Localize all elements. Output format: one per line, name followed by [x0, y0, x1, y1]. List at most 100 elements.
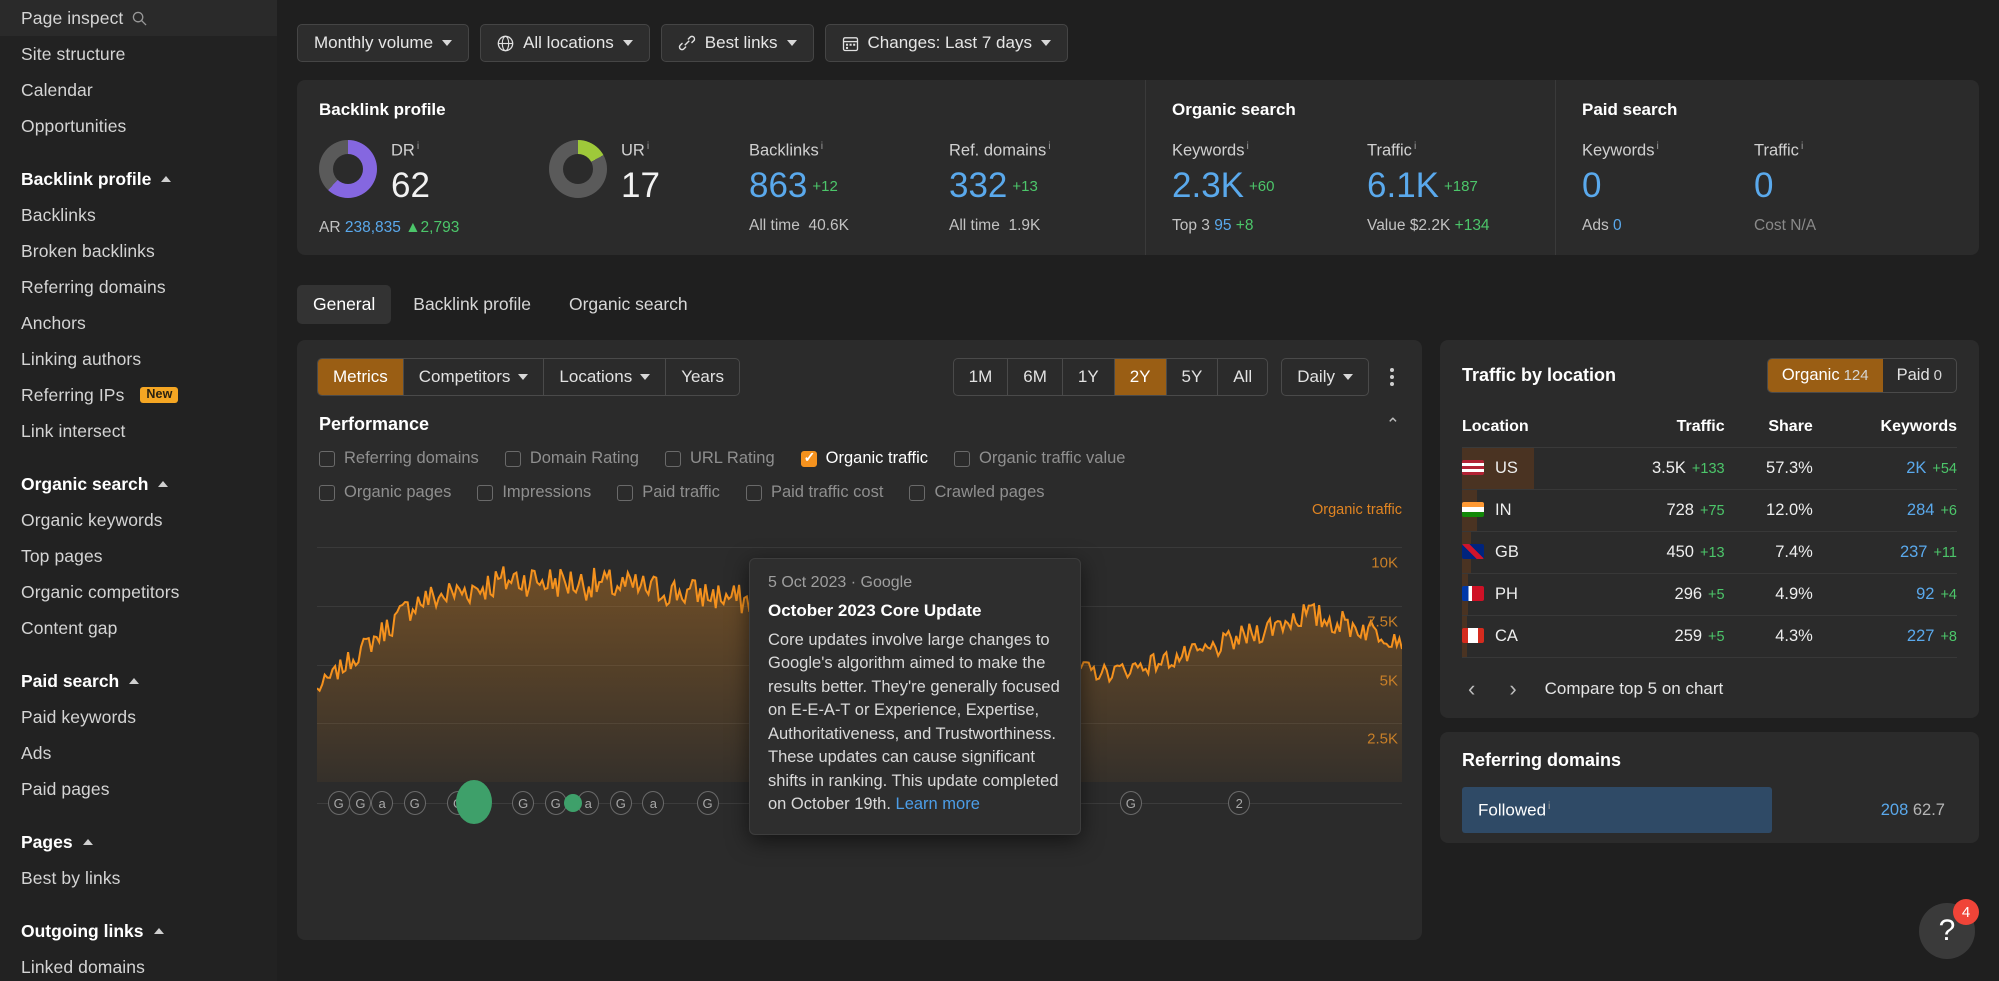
info-icon[interactable]: i — [1548, 800, 1550, 812]
sidebar-item-broken-backlinks[interactable]: Broken backlinks — [0, 233, 277, 269]
tab-organic-search[interactable]: Organic search — [553, 285, 704, 324]
column-share[interactable]: Share — [1725, 409, 1813, 448]
table-row[interactable]: US3.5K+13357.3%2K+54 — [1462, 448, 1957, 490]
checkbox-domain-rating[interactable]: Domain Rating — [505, 449, 639, 468]
ar-value[interactable]: 238,835 — [345, 219, 401, 236]
event-marker-small[interactable] — [564, 794, 582, 812]
sidebar-item-content-gap[interactable]: Content gap — [0, 610, 277, 646]
segment-locations[interactable]: Locations — [544, 359, 666, 395]
kpi-value[interactable]: 0 — [1754, 167, 1816, 206]
column-location[interactable]: Location — [1462, 409, 1588, 448]
event-marker[interactable]: a — [371, 791, 393, 815]
table-row[interactable]: CA259+54.3%227+8 — [1462, 616, 1957, 658]
compare-top5-link[interactable]: Compare top 5 on chart — [1545, 679, 1724, 699]
sidebar-group-outgoing-links[interactable]: Outgoing links — [0, 913, 277, 949]
kpi-value[interactable]: 2.3K+60 — [1172, 167, 1367, 206]
event-marker[interactable]: G — [610, 791, 632, 815]
sidebar-item-best-by-links[interactable]: Best by links — [0, 860, 277, 896]
checkbox-organic-pages[interactable]: Organic pages — [319, 483, 451, 502]
event-marker[interactable]: G — [1120, 791, 1142, 815]
segment-competitors[interactable]: Competitors — [404, 359, 545, 395]
sidebar-item-linked-domains[interactable]: Linked domains — [0, 949, 277, 981]
sidebar-item-opportunities[interactable]: Opportunities — [0, 108, 277, 144]
range-5y[interactable]: 5Y — [1167, 359, 1219, 395]
toggle-organic[interactable]: Organic124 — [1768, 359, 1883, 392]
sidebar-item-top-pages[interactable]: Top pages — [0, 538, 277, 574]
sidebar-item-paid-pages[interactable]: Paid pages — [0, 771, 277, 807]
sidebar-group-backlink-profile[interactable]: Backlink profile — [0, 161, 277, 197]
filter-best-links[interactable]: Best links — [661, 24, 814, 62]
table-row[interactable]: PH296+54.9%92+4 — [1462, 574, 1957, 616]
checkbox-organic-traffic-value[interactable]: Organic traffic value — [954, 449, 1125, 468]
range-6m[interactable]: 6M — [1008, 359, 1063, 395]
info-icon[interactable]: i — [1656, 140, 1658, 152]
sidebar-item-organic-keywords[interactable]: Organic keywords — [0, 502, 277, 538]
event-marker[interactable]: G — [512, 791, 534, 815]
kpi-value[interactable]: 332+13 — [949, 167, 1051, 206]
sidebar-item-referring-domains[interactable]: Referring domains — [0, 269, 277, 305]
range-1y[interactable]: 1Y — [1063, 359, 1115, 395]
info-icon[interactable]: i — [1801, 140, 1803, 152]
segment-metrics[interactable]: Metrics — [318, 359, 404, 395]
sidebar-group-paid-search[interactable]: Paid search — [0, 663, 277, 699]
event-marker[interactable]: G — [404, 791, 426, 815]
event-marker[interactable]: a — [642, 791, 664, 815]
referring-domains-bar-row[interactable]: Followedi 208 62.7 — [1462, 787, 1957, 833]
checkbox-paid-traffic-cost[interactable]: Paid traffic cost — [746, 483, 884, 502]
help-button[interactable]: ? 4 — [1919, 903, 1975, 959]
sidebar-group-pages[interactable]: Pages — [0, 824, 277, 860]
info-icon[interactable]: i — [1414, 140, 1416, 152]
event-marker[interactable]: G — [697, 791, 719, 815]
checkbox-referring-domains[interactable]: Referring domains — [319, 449, 479, 468]
checkbox-url-rating[interactable]: URL Rating — [665, 449, 775, 468]
sidebar-item-referring-ips[interactable]: Referring IPs New — [0, 377, 277, 413]
sidebar-item-calendar[interactable]: Calendar — [0, 72, 277, 108]
info-icon[interactable]: i — [647, 140, 649, 152]
filter-monthly-volume[interactable]: Monthly volume — [297, 24, 469, 62]
tab-backlink-profile[interactable]: Backlink profile — [397, 285, 547, 324]
filter-changes-date-range[interactable]: Changes: Last 7 days — [825, 24, 1068, 62]
range-1m[interactable]: 1M — [954, 359, 1009, 395]
segment-years[interactable]: Years — [666, 359, 739, 395]
checkbox-paid-traffic[interactable]: Paid traffic — [617, 483, 720, 502]
table-row[interactable]: IN728+7512.0%284+6 — [1462, 490, 1957, 532]
kpi-value[interactable]: 6.1K+187 — [1367, 167, 1490, 206]
sidebar-item-page-inspect[interactable]: Page inspect — [0, 0, 277, 36]
info-icon[interactable]: i — [417, 140, 419, 152]
column-traffic[interactable]: Traffic — [1588, 409, 1725, 448]
range-2y[interactable]: 2Y — [1115, 359, 1167, 395]
followed-count[interactable]: 208 — [1881, 801, 1909, 819]
info-icon[interactable]: i — [1246, 140, 1248, 152]
sidebar-item-ads[interactable]: Ads — [0, 735, 277, 771]
info-icon[interactable]: i — [1048, 140, 1050, 152]
sidebar-item-link-intersect[interactable]: Link intersect — [0, 413, 277, 449]
checkbox-impressions[interactable]: Impressions — [477, 483, 591, 502]
kebab-menu-icon[interactable] — [1382, 362, 1402, 392]
sidebar-group-organic-search[interactable]: Organic search — [0, 466, 277, 502]
chevron-right-icon[interactable]: › — [1503, 676, 1522, 702]
column-keywords[interactable]: Keywords — [1813, 409, 1957, 448]
sidebar-item-backlinks[interactable]: Backlinks — [0, 197, 277, 233]
sidebar-item-paid-keywords[interactable]: Paid keywords — [0, 699, 277, 735]
tab-general[interactable]: General — [297, 285, 391, 324]
granularity-option[interactable]: Daily — [1282, 359, 1368, 395]
checkbox-crawled-pages[interactable]: Crawled pages — [909, 483, 1044, 502]
table-row[interactable]: GB450+137.4%237+11 — [1462, 532, 1957, 574]
filter-all-locations[interactable]: All locations — [480, 24, 650, 62]
range-all[interactable]: All — [1218, 359, 1267, 395]
sidebar-item-anchors[interactable]: Anchors — [0, 305, 277, 341]
sidebar-item-linking-authors[interactable]: Linking authors — [0, 341, 277, 377]
checkbox-organic-traffic[interactable]: Organic traffic — [801, 449, 928, 468]
chevron-left-icon[interactable]: ‹ — [1462, 676, 1481, 702]
sidebar-item-site-structure[interactable]: Site structure — [0, 36, 277, 72]
event-marker[interactable]: 2 — [1228, 791, 1250, 815]
sidebar-item-organic-competitors[interactable]: Organic competitors — [0, 574, 277, 610]
info-icon[interactable]: i — [821, 140, 823, 152]
learn-more-link[interactable]: Learn more — [896, 795, 980, 813]
kpi-value[interactable]: 0 — [1582, 167, 1754, 206]
event-marker-highlighted[interactable] — [456, 780, 492, 824]
kpi-value[interactable]: 863+12 — [749, 167, 949, 206]
event-marker[interactable]: G — [349, 791, 371, 815]
toggle-paid[interactable]: Paid0 — [1883, 359, 1956, 392]
event-marker[interactable]: G — [328, 791, 350, 815]
